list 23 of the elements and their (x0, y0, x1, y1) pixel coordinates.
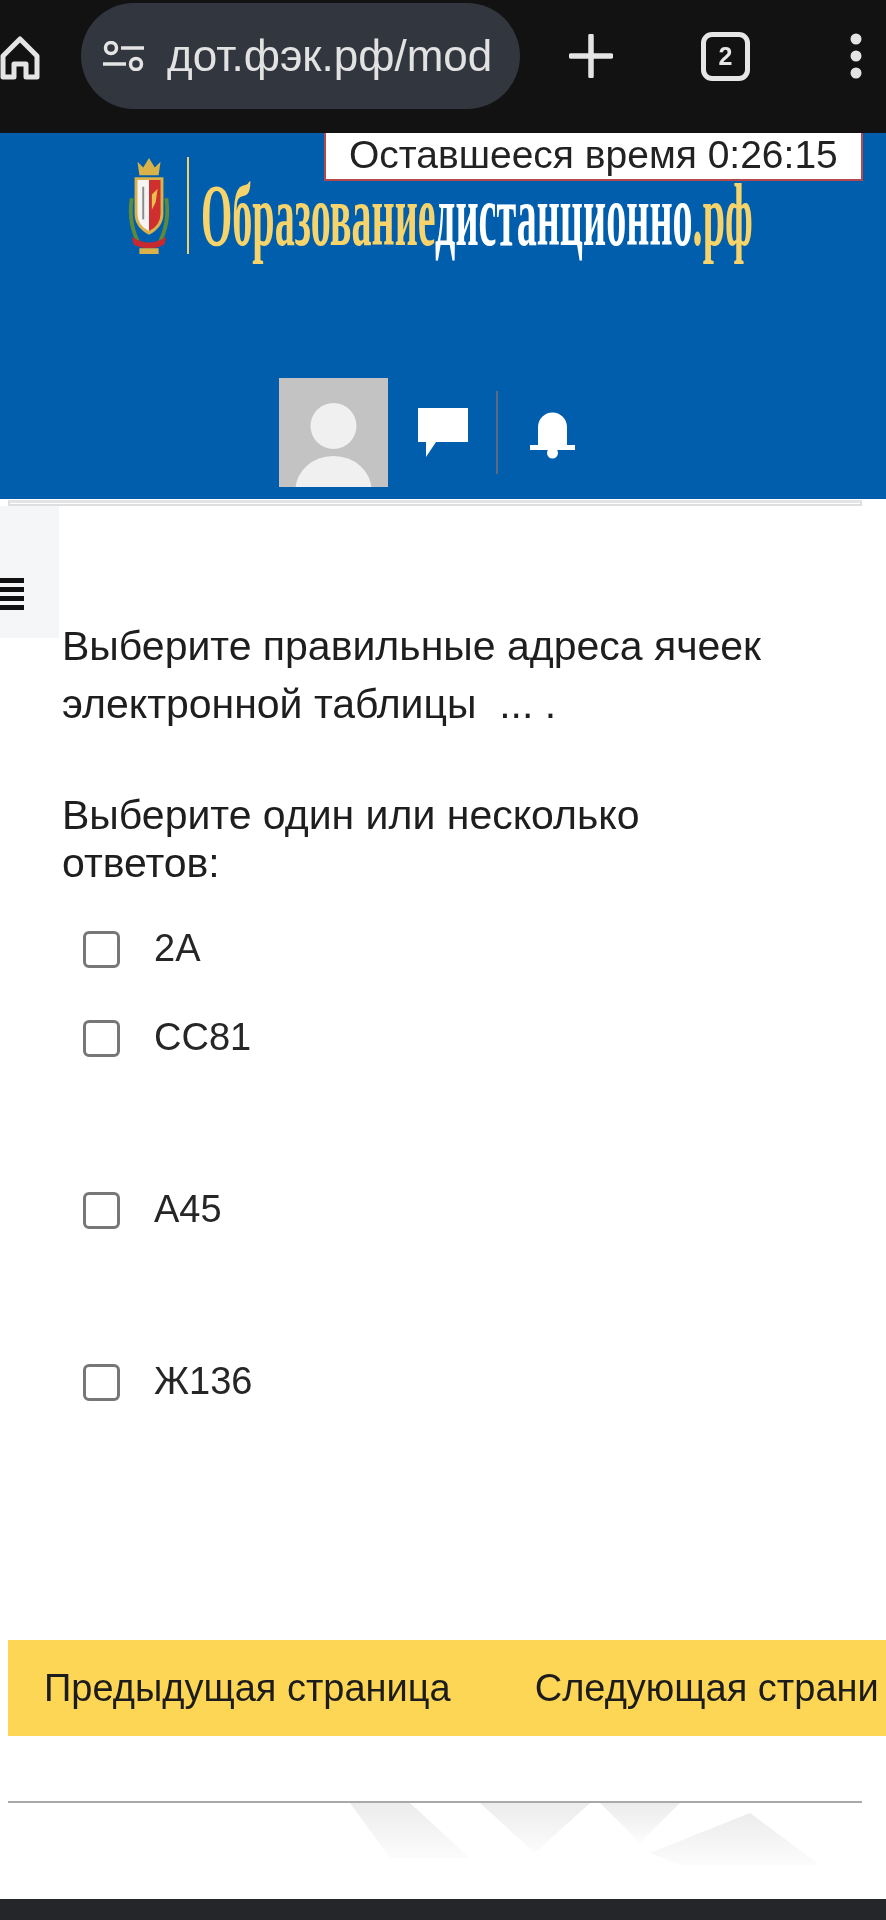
home-icon[interactable] (0, 34, 40, 80)
address-bar[interactable]: дот.фэк.рф/mod (81, 3, 520, 109)
menu-icon (0, 577, 24, 610)
vertical-dots-icon[interactable] (850, 33, 862, 79)
option-label[interactable]: CC81 (154, 1017, 252, 1057)
checkbox[interactable] (83, 1020, 120, 1057)
previous-page-button[interactable]: Предыдущая страница (44, 1666, 451, 1710)
option-label[interactable]: A45 (154, 1189, 222, 1229)
sidebar-toggle-button[interactable] (0, 506, 59, 638)
next-page-button[interactable]: Следующая страни (534, 1666, 879, 1710)
checkbox[interactable] (83, 1192, 120, 1229)
sliders-icon[interactable] (103, 41, 144, 71)
answer-prompt: Выберите один или несколько ответов: (62, 791, 641, 887)
checkbox[interactable] (83, 931, 120, 968)
chat-bubble-icon[interactable] (418, 408, 468, 457)
countdown-timer: Оставшееся время 0:26:15 (324, 133, 863, 181)
site-logo-text[interactable]: Образованиедистанционно.рф (201, 182, 753, 267)
plus-icon[interactable] (569, 34, 613, 78)
tab-switcher-button[interactable]: 2 (701, 32, 750, 81)
option-label[interactable]: Ж136 (154, 1361, 253, 1401)
checkbox[interactable] (83, 1364, 120, 1401)
option-label[interactable]: 2A (154, 928, 201, 968)
question-text: Выберите правильные адреса ячеек электронной таблицы ... . (61, 622, 763, 729)
